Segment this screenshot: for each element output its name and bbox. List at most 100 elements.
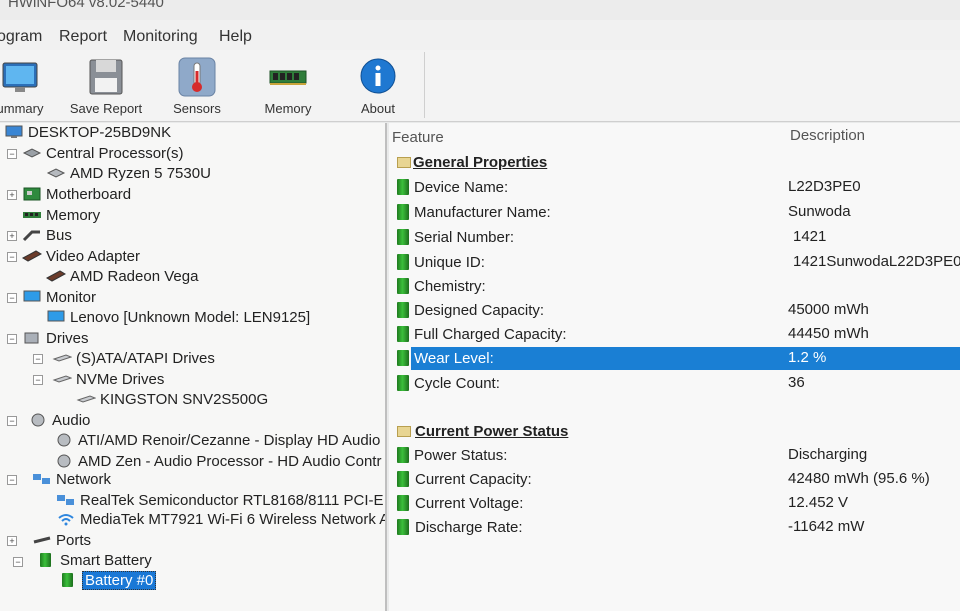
battery-icon <box>397 495 409 511</box>
video-card-icon <box>22 250 42 262</box>
title-bar: HWiNFO64 v8.02-5440 <box>0 0 960 20</box>
tree-label: Drives <box>46 330 89 347</box>
feature-value: Sunwoda <box>788 203 851 220</box>
feature-value: 1421SunwodaL22D3PE0 <box>793 253 960 270</box>
collapse-toggle[interactable]: − <box>7 416 17 426</box>
about-label: About <box>361 101 395 116</box>
tree-item-computer[interactable]: DESKTOP-25BD9NK <box>4 124 171 144</box>
tree-label: Video Adapter <box>46 248 140 265</box>
tree-item-mediatek-wifi[interactable]: MediaTek MT7921 Wi-Fi 6 Wireless Network… <box>56 511 387 531</box>
detail-row[interactable]: Device Name: L22D3PE0 <box>389 176 960 199</box>
feature-value: 36 <box>788 374 805 391</box>
save-report-button[interactable]: Save Report <box>66 55 146 119</box>
cpu-icon <box>22 148 42 158</box>
collapse-toggle[interactable]: − <box>33 354 43 364</box>
tree-label: DESKTOP-25BD9NK <box>28 124 172 141</box>
tree-item-nvme-drives[interactable]: NVMe Drives <box>52 371 164 391</box>
tree-item-central-processors[interactable]: Central Processor(s) <box>22 145 184 165</box>
detail-row[interactable]: Cycle Count: 36 <box>389 372 960 395</box>
tree-item-audio[interactable]: Audio <box>28 412 90 432</box>
tree-item-display-audio[interactable]: ATI/AMD Renoir/Cezanne - Display HD Audi… <box>54 432 380 452</box>
tree-item-drives[interactable]: Drives <box>22 330 89 350</box>
expand-toggle[interactable]: + <box>7 536 17 546</box>
feature-label: Power Status: <box>414 447 508 464</box>
detail-row[interactable]: Power Status: Discharging <box>389 444 960 467</box>
tree-item-zen-audio[interactable]: AMD Zen - Audio Processor - HD Audio Con… <box>54 453 381 473</box>
about-button[interactable]: About <box>338 55 418 119</box>
feature-value: Discharging <box>788 446 868 463</box>
info-icon <box>360 58 396 94</box>
detail-row[interactable]: Chemistry: <box>389 275 960 298</box>
memory-label: Memory <box>264 101 312 116</box>
feature-value: 1421 <box>793 228 827 245</box>
detail-row[interactable]: Full Charged Capacity: 44450 mWh <box>389 323 960 346</box>
tree-item-monitor[interactable]: Monitor <box>22 289 96 309</box>
collapse-toggle[interactable]: − <box>7 149 17 159</box>
device-tree[interactable]: DESKTOP-25BD9NK − Central Processor(s) A… <box>0 123 387 611</box>
collapse-toggle[interactable]: − <box>13 557 23 567</box>
speaker-icon <box>57 433 71 447</box>
tree-label: Ports <box>56 532 92 549</box>
expand-toggle[interactable]: + <box>7 190 17 200</box>
tree-item-gpu[interactable]: AMD Radeon Vega <box>46 268 198 288</box>
tree-item-memory[interactable]: Memory <box>22 207 100 227</box>
battery-icon <box>397 326 409 342</box>
memory-icon <box>23 212 41 218</box>
tree-item-ports[interactable]: Ports <box>32 532 91 552</box>
tree-item-lenovo-monitor[interactable]: Lenovo [Unknown Model: LEN9125] <box>46 309 310 329</box>
collapse-toggle[interactable]: − <box>7 334 17 344</box>
tree-item-bus[interactable]: Bus <box>22 227 72 247</box>
tree-label: MediaTek MT7921 Wi-Fi 6 Wireless Network… <box>80 511 387 528</box>
tree-item-realtek[interactable]: RealTek Semiconductor RTL8168/8111 PCI-E <box>56 492 384 512</box>
collapse-toggle[interactable]: − <box>7 475 17 485</box>
tree-item-video-adapter[interactable]: Video Adapter <box>22 248 140 268</box>
tree-label: RealTek Semiconductor RTL8168/8111 PCI-E <box>80 492 384 509</box>
collapse-toggle[interactable]: − <box>7 293 17 303</box>
drive-icon <box>52 375 72 383</box>
feature-label: Unique ID: <box>414 254 485 271</box>
battery-icon <box>397 179 409 195</box>
tree-label: (S)ATA/ATAPI Drives <box>76 350 215 367</box>
sensors-button[interactable]: Sensors <box>157 55 237 119</box>
computer-icon <box>5 125 23 138</box>
window-title: HWiNFO64 v8.02-5440 <box>8 0 164 11</box>
menu-report[interactable]: Report <box>59 28 107 46</box>
detail-row[interactable]: Serial Number: 1421 <box>389 226 960 249</box>
tree-label: ATI/AMD Renoir/Cezanne - Display HD Audi… <box>78 432 381 449</box>
tree-label: Smart Battery <box>60 552 152 569</box>
detail-row[interactable]: Current Capacity: 42480 mWh (95.6 %) <box>389 468 960 491</box>
bus-icon <box>22 230 40 242</box>
collapse-toggle[interactable]: − <box>33 375 43 385</box>
details-panel[interactable]: Feature Description General Properties D… <box>389 123 960 611</box>
detail-row[interactable]: Manufacturer Name: Sunwoda <box>389 201 960 224</box>
tree-item-cpu[interactable]: AMD Ryzen 5 7530U <box>46 165 211 185</box>
tree-item-battery-0[interactable]: Battery #0 <box>58 571 157 592</box>
menu-program[interactable]: ogram <box>0 28 42 46</box>
tree-item-smart-battery[interactable]: Smart Battery <box>36 552 152 572</box>
motherboard-icon <box>23 187 41 201</box>
tree-item-network[interactable]: Network <box>32 471 111 491</box>
battery-icon <box>397 229 409 245</box>
battery-icon <box>36 553 56 567</box>
tree-item-kingston-drive[interactable]: KINGSTON SNV2S500G <box>76 391 268 411</box>
collapse-toggle[interactable]: − <box>7 252 17 262</box>
summary-button[interactable]: ummary <box>0 55 60 119</box>
feature-label: Chemistry: <box>414 278 486 295</box>
detail-row[interactable]: Designed Capacity: 45000 mWh <box>389 299 960 322</box>
detail-row[interactable]: Unique ID: 1421SunwodaL22D3PE0 <box>389 251 960 274</box>
column-header-feature[interactable]: Feature <box>392 129 444 146</box>
menu-bar: ogram Report Monitoring Help <box>0 20 960 50</box>
detail-row[interactable]: Discharge Rate: -11642 mW <box>389 516 960 539</box>
column-header-description[interactable]: Description <box>790 127 865 144</box>
expand-toggle[interactable]: + <box>7 231 17 241</box>
tree-item-sata-drives[interactable]: (S)ATA/ATAPI Drives <box>52 350 215 370</box>
memory-button[interactable]: Memory <box>248 55 328 119</box>
port-icon <box>33 536 51 544</box>
feature-label: Current Voltage: <box>415 495 524 512</box>
tree-item-motherboard[interactable]: Motherboard <box>22 186 131 206</box>
detail-row-selected[interactable]: Wear Level: 1.2 % <box>389 347 960 370</box>
feature-label: Discharge Rate: <box>415 519 523 536</box>
menu-help[interactable]: Help <box>219 28 252 46</box>
menu-monitoring[interactable]: Monitoring <box>123 28 198 46</box>
detail-row[interactable]: Current Voltage: 12.452 V <box>389 492 960 515</box>
